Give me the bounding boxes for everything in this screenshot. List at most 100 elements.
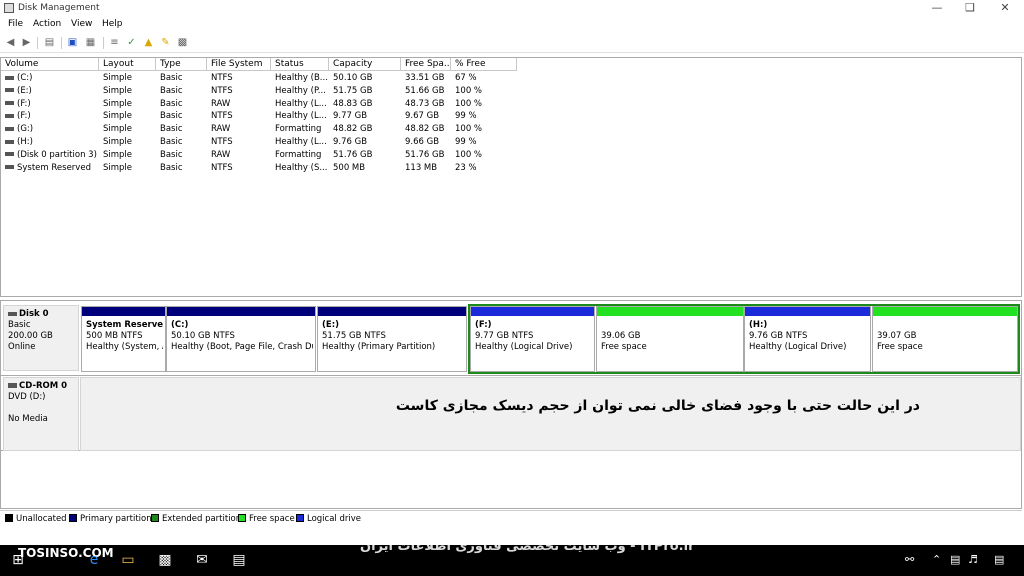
- legend-swatch: [5, 514, 13, 522]
- cdrom-0-body: در این حالت حتی با وجود فضای خالی نمی تو…: [80, 377, 1021, 451]
- cell-text: 51.75 GB: [333, 85, 373, 96]
- disk-management-window: Disk Management — ❑ ✕ File Action View H…: [0, 0, 1024, 545]
- table-cell: 67 %: [451, 72, 517, 85]
- partition-block[interactable]: System Reserved 500 MB NTFS Healthy (Syste…: [81, 306, 166, 372]
- table-row[interactable]: System Reserved Simple Basic NTFS Healthy (S…: [1, 162, 1021, 175]
- cell-text: 500 MB: [333, 162, 366, 173]
- cell-text: Basic: [160, 162, 183, 173]
- disk-0-label[interactable]: Disk 0 Basic 200.00 GB Online: [3, 305, 79, 371]
- table-cell: Healthy (B...: [271, 72, 329, 85]
- free-space-block[interactable]: ​39.07 GBFree space: [872, 306, 1018, 372]
- table-row[interactable]: (F:) Simple Basic NTFS Healthy (L... 9.77 GB 9…: [1, 110, 1021, 123]
- disk-management-taskbar-icon[interactable]: ▤: [229, 551, 249, 569]
- table-row[interactable]: (G:) Simple Basic RAW Formatting 48.82 GB 48.8…: [1, 123, 1021, 136]
- table-cell: Basic: [156, 162, 207, 175]
- cdrom-0-name: CD-ROM 0: [19, 381, 68, 391]
- column-capacity[interactable]: Capacity: [329, 58, 401, 71]
- cell-text: (E:): [17, 85, 32, 96]
- legend-item: Free space: [238, 514, 295, 524]
- cell-text: Healthy (L...: [275, 111, 327, 122]
- maximize-button[interactable]: ❑: [953, 0, 987, 17]
- export-icon[interactable]: ✎: [159, 37, 172, 49]
- edge-browser-icon[interactable]: e: [84, 551, 104, 569]
- volume-icon: [5, 165, 14, 170]
- partition-block[interactable]: (C:) 50.10 GB NTFS Healthy (Boot, Page Fil…: [166, 306, 316, 372]
- file-explorer-icon[interactable]: ▭: [118, 551, 138, 569]
- table-cell: NTFS: [207, 110, 271, 123]
- cell-text: Simple: [103, 73, 133, 83]
- table-cell: 9.66 GB: [401, 136, 451, 149]
- table-row[interactable]: (E:) Simple Basic NTFS Healthy (P... 51.75 GB…: [1, 85, 1021, 98]
- free-space-block[interactable]: ​39.06 GBFree space: [596, 306, 744, 372]
- table-cell: Simple: [99, 85, 156, 98]
- table-cell: RAW: [207, 98, 271, 111]
- partition-line2: Free space: [877, 342, 923, 352]
- table-row[interactable]: (C:) Simple Basic NTFS Healthy (B... 50.10 GB…: [1, 72, 1021, 85]
- column-free-space[interactable]: Free Spa...: [401, 58, 451, 71]
- connect-icon[interactable]: ≡: [108, 37, 121, 49]
- partition-block[interactable]: (E:) 51.75 GB NTFS Healthy (Primary Partit…: [317, 306, 467, 372]
- legend-label: Free space: [249, 514, 295, 524]
- close-button[interactable]: ✕: [988, 0, 1022, 17]
- table-cell: Formatting: [271, 149, 329, 162]
- table-cell: Basic: [156, 110, 207, 123]
- cell-text: 48.82 GB: [405, 124, 445, 135]
- menu-file[interactable]: File: [8, 19, 23, 29]
- cdrom-0-label[interactable]: CD-ROM 0 DVD (D:) No Media: [3, 377, 79, 451]
- help-icon[interactable]: ▣: [66, 37, 79, 49]
- column-volume[interactable]: Volume: [1, 58, 99, 71]
- properties-icon[interactable]: ▦: [84, 37, 97, 49]
- disk-0-type: Basic: [8, 320, 31, 330]
- console-tree-icon[interactable]: ▤: [43, 37, 56, 49]
- partition-color-bar: [167, 307, 315, 316]
- check-icon[interactable]: ✓: [125, 37, 138, 49]
- people-icon[interactable]: ⚯: [905, 553, 914, 566]
- partition-block[interactable]: (H:) 9.76 GB NTFS Healthy (Logical Drive): [744, 306, 871, 372]
- mail-icon[interactable]: ✉: [192, 551, 212, 569]
- notifications-icon[interactable]: ▤: [994, 553, 1004, 566]
- cell-text: 50.10 GB: [333, 73, 373, 83]
- minimize-button[interactable]: —: [920, 0, 954, 17]
- table-row[interactable]: (Disk 0 partition 3) Simple Basic RAW Format…: [1, 149, 1021, 162]
- table-cell: (E:): [1, 85, 99, 98]
- volume-icon[interactable]: ♬: [968, 553, 978, 566]
- column-type[interactable]: Type: [156, 58, 207, 71]
- menu-action[interactable]: Action: [33, 19, 61, 29]
- table-row[interactable]: (F:) Simple Basic RAW Healthy (L... 48.83 GB 4…: [1, 98, 1021, 111]
- chevron-up-icon[interactable]: ⌃: [932, 553, 941, 566]
- column-layout[interactable]: Layout: [99, 58, 156, 71]
- table-cell: 500 MB: [329, 162, 401, 175]
- table-cell: 100 %: [451, 85, 517, 98]
- table-cell: System Reserved: [1, 162, 99, 175]
- partition-line2: Free space: [601, 342, 647, 352]
- cell-text: 51.76 GB: [333, 149, 373, 160]
- table-cell: 48.73 GB: [401, 98, 451, 111]
- store-icon[interactable]: ▩: [155, 551, 175, 569]
- legend-swatch: [69, 514, 77, 522]
- cell-text: (F:): [17, 111, 31, 122]
- table-cell: 99 %: [451, 136, 517, 149]
- table-row[interactable]: (H:) Simple Basic NTFS Healthy (L... 9.76 GB 9…: [1, 136, 1021, 149]
- column-percent-free[interactable]: % Free: [451, 58, 517, 71]
- table-cell: Formatting: [271, 123, 329, 136]
- column-file-system[interactable]: File System: [207, 58, 271, 71]
- cdrom-icon: [8, 383, 17, 388]
- disk-management-app-icon: [4, 3, 14, 13]
- table-cell: 9.77 GB: [329, 110, 401, 123]
- menu-view[interactable]: View: [71, 19, 92, 29]
- menu-help[interactable]: Help: [102, 19, 123, 29]
- new-icon[interactable]: ▲: [142, 37, 155, 49]
- network-icon[interactable]: ▤: [950, 553, 960, 566]
- view-icon[interactable]: ▩: [176, 37, 189, 49]
- partition-block[interactable]: (F:) 9.77 GB NTFS Healthy (Logical Drive): [470, 306, 595, 372]
- table-cell: 48.82 GB: [329, 123, 401, 136]
- partition-info: ​39.06 GBFree space: [601, 320, 741, 353]
- cell-text: RAW: [211, 124, 231, 135]
- back-arrow-icon[interactable]: ◀: [4, 37, 17, 49]
- table-cell: Basic: [156, 85, 207, 98]
- cell-text: (Disk 0 partition 3): [17, 149, 97, 160]
- column-status[interactable]: Status: [271, 58, 329, 71]
- forward-arrow-icon[interactable]: ▶: [20, 37, 33, 49]
- legend-item: Primary partition: [69, 514, 152, 524]
- cell-text: Simple: [103, 111, 133, 122]
